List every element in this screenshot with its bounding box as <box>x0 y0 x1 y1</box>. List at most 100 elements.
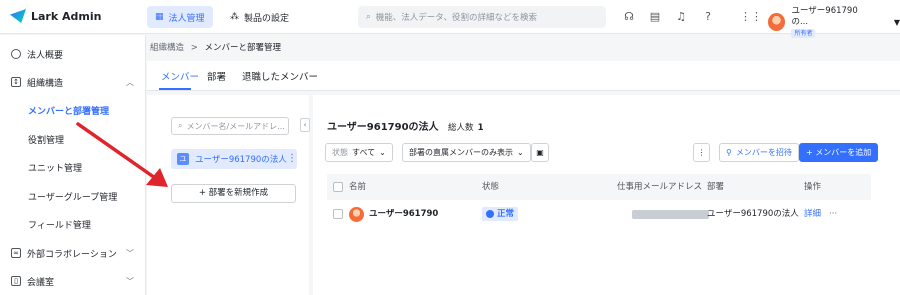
dept-tree-root[interactable]: ユ ユーザー961790の法人 <box>171 149 297 169</box>
tab-bar: メンバー 部署 退職したメンバー <box>147 61 900 91</box>
sidebar-item-external-collaboration[interactable]: ∞ 外部コラボレーション ﹀ <box>0 240 146 266</box>
sidebar-item-label: 役割管理 <box>28 135 65 146</box>
sidebar-item-label: 組織構造 <box>27 78 64 89</box>
department-panel: ⌕ メンバー名/メールアドレ... ユ ユーザー961790の法人 ⋮ + 部署… <box>147 95 309 295</box>
sidebar-item-label: ユーザーグループ管理 <box>28 192 118 203</box>
top-bar: Lark Admin ▦ 法人管理 ⁂ 製品の設定 ⌕ 機能、法人データ、役割の… <box>0 0 900 38</box>
user-menu[interactable]: ユーザー961790の... 所有者 ▼ <box>768 6 900 38</box>
sidebar-item-label: メンバーと部署管理 <box>28 106 110 117</box>
sidebar-item-corporate-overview[interactable]: 法人概要 <box>0 41 146 67</box>
global-search-input[interactable]: ⌕ 機能、法人データ、役割の詳細などを検索 <box>358 6 606 28</box>
topnav-product-settings[interactable]: ⁂ 製品の設定 <box>222 6 297 28</box>
member-name: ユーザー961790 <box>369 209 439 219</box>
chevron-down-icon: ﹀ <box>126 276 134 286</box>
topnav-label: 法人管理 <box>168 13 205 24</box>
search-icon: ⌕ <box>178 121 183 130</box>
sidebar-item-label: 外部コラボレーション <box>27 249 117 260</box>
sidebar-item-fields[interactable]: フィールド管理 <box>0 211 146 237</box>
chevron-up-icon: ︿ <box>126 77 134 87</box>
table-row: ユーザー961790 正常 ユーザー961790の法人 詳細 ··· <box>327 201 871 227</box>
more-vertical-icon: ⋮ <box>697 148 706 157</box>
sidebar-item-members-departments[interactable]: メンバーと部署管理 <box>0 97 146 123</box>
more-vertical-icon[interactable]: ⋮ <box>287 149 297 169</box>
sidebar-item-label: 会議室 <box>27 277 55 288</box>
avatar <box>768 13 786 31</box>
support-icon[interactable]: ☊ <box>622 10 636 24</box>
link-icon: ∞ <box>11 248 21 258</box>
invite-member-button[interactable]: ⚲ メンバーを招待 <box>719 143 799 162</box>
detail-link[interactable]: 詳細 <box>804 201 821 227</box>
member-name-cell[interactable]: ユーザー961790 <box>349 201 438 227</box>
search-placeholder: 機能、法人データ、役割の詳細などを検索 <box>375 13 538 23</box>
status-text: 正常 <box>497 209 515 219</box>
member-count: 総人数 1 <box>448 123 483 133</box>
tab-former-members[interactable]: 退職したメンバー <box>242 69 318 83</box>
search-icon: ⌕ <box>366 12 371 22</box>
avatar <box>349 206 364 222</box>
more-actions-button[interactable]: ⋮ <box>693 143 710 162</box>
sidebar-item-label: ユニット管理 <box>28 163 83 174</box>
sidebar-item-user-groups[interactable]: ユーザーグループ管理 <box>0 183 146 209</box>
row-more-icon[interactable]: ··· <box>829 201 837 227</box>
user-add-icon: ⚲ <box>726 148 732 157</box>
user-name: ユーザー961790の... <box>791 6 858 27</box>
help-icon[interactable]: ? <box>701 10 715 24</box>
topnav-corporate-management[interactable]: ▦ 法人管理 <box>147 6 213 28</box>
row-checkbox[interactable] <box>333 209 343 219</box>
member-count-label: 総人数 <box>448 123 474 133</box>
check-circle-icon <box>486 210 494 218</box>
redacted-email <box>632 210 709 219</box>
sidebar-item-roles[interactable]: 役割管理 <box>0 126 146 152</box>
clipboard-icon[interactable]: ▤ <box>648 10 662 24</box>
collapse-panel-icon[interactable]: ‹ <box>300 118 310 132</box>
sidebar-item-units[interactable]: ユニット管理 <box>0 154 146 180</box>
member-status-cell: 正常 <box>482 201 519 227</box>
lark-logo-icon <box>10 9 26 23</box>
member-department: ユーザー961790の法人 <box>707 209 799 219</box>
column-header-actions: 操作 <box>804 182 822 192</box>
column-header-department: 部署 <box>707 182 725 192</box>
tab-members[interactable]: メンバー <box>161 69 199 83</box>
app-logo[interactable]: Lark Admin <box>10 9 101 23</box>
table-view-icon: ▣ <box>536 148 544 157</box>
sidebar: 法人概要 ↕ 組織構造 ︿ メンバーと部署管理 役割管理 ユニット管理 ユーザー… <box>0 35 146 295</box>
member-panel: ユーザー961790の法人 総人数 1 状態 すべて ⌄ 部署の直属メンバーのみ表… <box>313 95 900 295</box>
tab-departments[interactable]: 部署 <box>207 69 226 83</box>
chevron-down-icon: ⌄ <box>379 148 386 157</box>
table-header: 名前 状態 仕事用メールアドレス 部署 操作 <box>327 174 871 200</box>
chevron-down-icon: ⌄ <box>517 148 524 157</box>
column-header-email: 仕事用メールアドレス <box>617 182 703 192</box>
org-badge: ユ <box>177 153 189 165</box>
sidebar-item-meeting-rooms[interactable]: ▯ 会議室 ﹀ <box>0 268 146 294</box>
sidebar-item-label: フィールド管理 <box>28 220 91 231</box>
column-header-name: 名前 <box>349 182 367 192</box>
sidebar-item-label: 法人概要 <box>27 50 64 61</box>
gear-icon <box>11 49 21 59</box>
dept-search-input[interactable]: ⌕ メンバー名/メールアドレ... <box>171 117 289 135</box>
breadcrumb: 組織構造 > メンバーと部署管理 <box>150 41 281 53</box>
status-filter-select[interactable]: 状態 すべて ⌄ <box>325 143 393 162</box>
select-all-checkbox[interactable] <box>333 182 343 192</box>
status-filter-label: 状態 <box>332 148 348 157</box>
member-count-value: 1 <box>477 123 484 133</box>
app-grid-icon[interactable]: ⋮⋮ <box>740 10 762 24</box>
breadcrumb-current: メンバーと部署管理 <box>204 43 282 53</box>
view-toggle-button[interactable]: ▣ <box>531 143 549 162</box>
bell-icon[interactable]: ♫ <box>674 10 688 24</box>
new-department-button[interactable]: + 部署を新規作成 <box>171 184 296 203</box>
dept-tree-root-label: ユーザー961790の法人 <box>195 155 287 165</box>
breadcrumb-parent[interactable]: 組織構造 <box>150 43 184 53</box>
direct-members-filter-label: 部署の直属メンバーのみ表示 <box>409 148 513 157</box>
status-filter-value: すべて <box>352 148 376 157</box>
org-title-text: ユーザー961790の法人 <box>327 122 439 133</box>
org-icon: ↕ <box>11 77 21 87</box>
invite-member-label: メンバーを招待 <box>735 148 792 157</box>
direct-members-filter-select[interactable]: 部署の直属メンバーのみ表示 ⌄ <box>402 143 531 162</box>
status-badge: 正常 <box>482 207 519 221</box>
add-member-button[interactable]: + メンバーを追加 <box>799 143 879 162</box>
active-tab-indicator <box>159 88 191 90</box>
column-header-status: 状態 <box>482 182 500 192</box>
building-icon: ▦ <box>155 12 164 22</box>
sidebar-item-org-structure[interactable]: ↕ 組織構造 ︿ <box>0 69 146 95</box>
chevron-down-icon: ﹀ <box>126 248 134 258</box>
